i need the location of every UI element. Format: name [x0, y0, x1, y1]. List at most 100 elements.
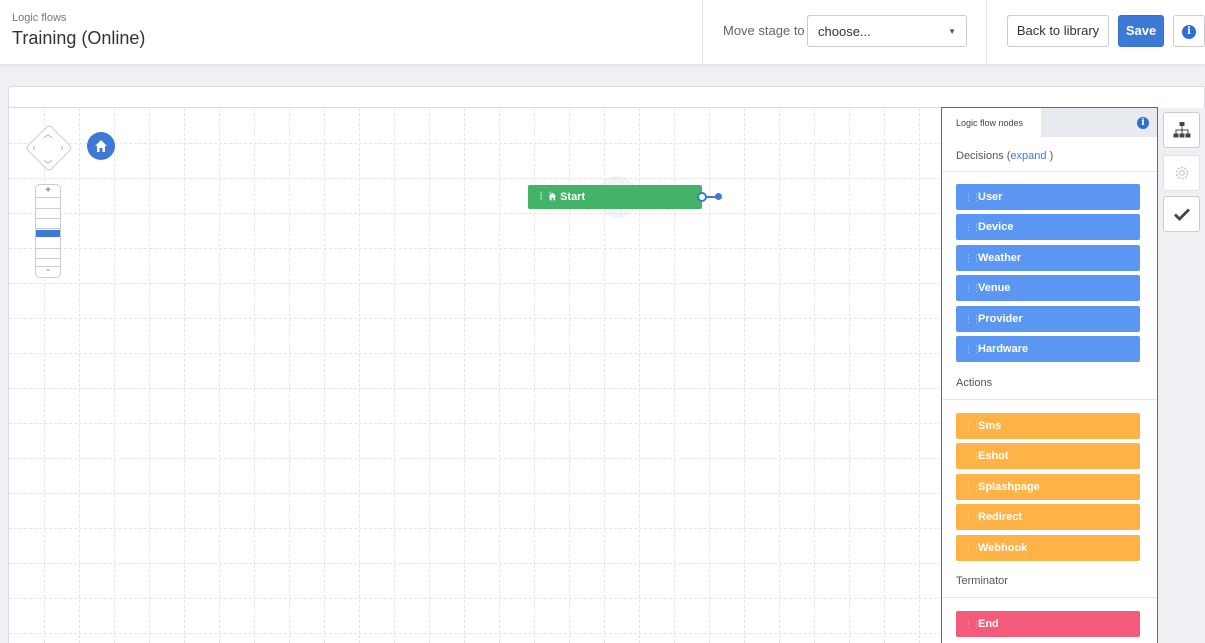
pan-left-icon[interactable]: ‹ — [28, 142, 40, 152]
decision-node-device[interactable]: ⋮⋮ Device — [956, 214, 1140, 240]
decision-node-provider[interactable]: ⋮⋮ Provider — [956, 306, 1140, 332]
action-node-sms[interactable]: ⋮⋮ Sms — [956, 413, 1140, 439]
pan-right-icon[interactable]: › — [56, 142, 68, 152]
caret-down-icon: ▼ — [948, 27, 956, 36]
node-label: Splashpage — [978, 481, 1040, 493]
zoom-tick — [36, 208, 60, 209]
expand-link[interactable]: expand — [1010, 150, 1046, 162]
move-stage-select-value: choose... — [818, 24, 871, 39]
grid-line — [9, 283, 942, 284]
grid-line — [9, 458, 942, 459]
zoom-track[interactable] — [36, 197, 60, 267]
grid-line — [709, 108, 710, 643]
action-node-webhook[interactable]: ⋮⋮ Webhook — [956, 535, 1140, 561]
node-label: User — [978, 191, 1003, 203]
action-node-eshot[interactable]: ⋮⋮ Eshot — [956, 443, 1140, 469]
header-divider — [986, 0, 987, 65]
grid-line — [254, 108, 255, 643]
section-divider — [942, 597, 1157, 598]
hierarchy-icon — [1173, 122, 1191, 138]
decision-node-weather[interactable]: ⋮⋮ Weather — [956, 245, 1140, 271]
zoom-tick — [36, 228, 60, 229]
terminator-section-title: Terminator — [956, 575, 1008, 587]
home-button[interactable] — [87, 132, 115, 160]
decision-node-hardware[interactable]: ⋮⋮ Hardware — [956, 336, 1140, 362]
decision-node-user[interactable]: ⋮⋮ User — [956, 184, 1140, 210]
grid-line — [9, 423, 942, 424]
grid-line — [429, 108, 430, 643]
settings-button[interactable] — [1163, 155, 1200, 191]
grid-line — [324, 108, 325, 643]
tab-logic-flow-nodes[interactable]: Logic flow nodes — [942, 108, 1041, 137]
node-label: Redirect — [978, 511, 1023, 523]
action-node-splashpage[interactable]: ⋮⋮ Splashpage — [956, 474, 1140, 500]
home-icon — [548, 192, 557, 201]
node-label: Sms — [978, 420, 1002, 432]
zoom-slider[interactable]: + - — [35, 184, 61, 278]
drag-handle-icon: ⋮⋮ — [964, 619, 981, 629]
zoom-tick — [36, 218, 60, 219]
move-stage-label: Move stage to — [723, 23, 805, 38]
node-label: Venue — [978, 282, 1011, 294]
grid-line — [79, 108, 80, 643]
grid-line — [114, 108, 115, 643]
grid-line — [184, 108, 185, 643]
zoom-level-indicator[interactable] — [36, 230, 60, 237]
zoom-out-button[interactable]: - — [36, 266, 60, 276]
grid-line — [9, 318, 942, 319]
flow-canvas[interactable]: ︿ ﹀ ‹ › + - ⋮⋮ Start — [8, 107, 942, 643]
zoom-in-button[interactable]: + — [36, 186, 60, 196]
start-node[interactable]: ⋮⋮ Start — [528, 185, 702, 209]
nodes-panel-button[interactable] — [1163, 112, 1200, 148]
logic-flow-nodes-panel: Logic flow nodes i Decisions (expand ) ⋮… — [941, 107, 1158, 643]
drag-handle-icon: ⋮⋮ — [964, 222, 981, 232]
grid-line — [359, 108, 360, 643]
grid-line — [464, 108, 465, 643]
validate-button[interactable] — [1163, 196, 1200, 232]
info-icon[interactable]: i — [1137, 117, 1149, 129]
grid-line — [9, 143, 942, 144]
grid-line — [9, 178, 942, 179]
drag-handle-icon: ⋮⋮ — [964, 482, 981, 492]
save-button[interactable]: Save — [1118, 15, 1164, 47]
output-port[interactable] — [697, 192, 707, 202]
action-node-redirect[interactable]: ⋮⋮ Redirect — [956, 504, 1140, 530]
grid-line — [9, 353, 942, 354]
output-connector-handle[interactable] — [715, 193, 722, 200]
decisions-section-title: Decisions (expand ) — [956, 150, 1053, 162]
drag-handle-icon: ⋮⋮ — [964, 512, 981, 522]
grid-line — [9, 248, 942, 249]
back-to-library-button[interactable]: Back to library — [1007, 15, 1109, 47]
pan-control[interactable]: ︿ ﹀ ‹ › — [23, 122, 74, 173]
header-bar: Logic flows Training (Online) Move stage… — [0, 0, 1205, 65]
grid-line — [9, 528, 942, 529]
drag-handle-icon: ⋮⋮ — [964, 253, 981, 263]
panel-tabs: Logic flow nodes i — [942, 108, 1157, 137]
info-button[interactable]: i — [1173, 15, 1205, 47]
grid-line — [9, 388, 942, 389]
grid-line — [9, 598, 942, 599]
section-divider — [942, 171, 1157, 172]
editor-top-strip — [8, 86, 1205, 108]
grid-line — [219, 108, 220, 643]
drag-handle-icon: ⋮⋮ — [964, 314, 981, 324]
start-node-text: Start — [560, 191, 586, 203]
grid-line — [9, 213, 942, 214]
grid-line — [9, 493, 942, 494]
node-label: Weather — [978, 252, 1022, 264]
node-label: Device — [978, 221, 1014, 233]
start-node-label: Start — [548, 185, 585, 209]
grid-line — [884, 108, 885, 643]
pan-up-icon[interactable]: ︿ — [42, 127, 54, 140]
move-stage-select[interactable]: choose... ▼ — [807, 15, 967, 47]
expand-paren-close: ) — [1049, 150, 1054, 162]
terminator-node-end[interactable]: ⋮⋮ End — [956, 611, 1140, 637]
decision-node-venue[interactable]: ⋮⋮ Venue — [956, 275, 1140, 301]
node-label: Hardware — [978, 343, 1029, 355]
pan-down-icon[interactable]: ﹀ — [42, 158, 54, 171]
breadcrumb[interactable]: Logic flows — [12, 12, 66, 24]
info-icon: i — [1182, 24, 1196, 39]
checkmark-icon — [1174, 208, 1190, 221]
grid-line — [394, 108, 395, 643]
grid-line — [849, 108, 850, 643]
